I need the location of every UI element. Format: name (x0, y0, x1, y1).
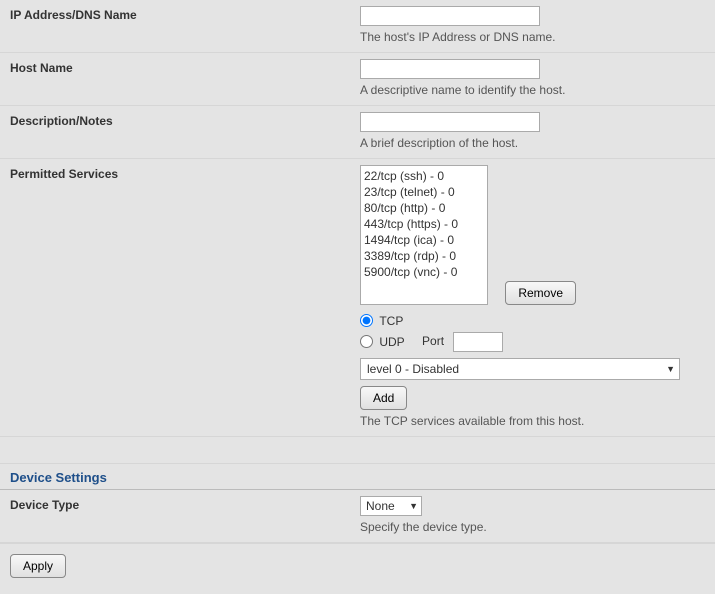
list-item[interactable]: 443/tcp (https) - 0 (363, 216, 485, 232)
chevron-down-icon: ▼ (666, 364, 675, 374)
level-select-value: level 0 - Disabled (367, 362, 459, 376)
list-item[interactable]: 3389/tcp (rdp) - 0 (363, 248, 485, 264)
add-button[interactable]: Add (360, 386, 407, 410)
device-type-select[interactable]: None ▼ (360, 496, 422, 516)
hostname-input[interactable] (360, 59, 540, 79)
device-type-helper: Specify the device type. (360, 520, 705, 534)
services-listbox[interactable]: 22/tcp (ssh) - 0 23/tcp (telnet) - 0 80/… (360, 165, 488, 305)
chevron-down-icon: ▼ (409, 501, 418, 511)
list-item[interactable]: 80/tcp (http) - 0 (363, 200, 485, 216)
udp-radio-label: UDP (379, 335, 404, 349)
tcp-radio-label: TCP (379, 314, 403, 328)
ip-helper: The host's IP Address or DNS name. (360, 30, 705, 44)
device-type-label: Device Type (10, 496, 360, 534)
ip-label: IP Address/DNS Name (10, 6, 360, 44)
remove-button[interactable]: Remove (505, 281, 576, 305)
description-helper: A brief description of the host. (360, 136, 705, 150)
hostname-helper: A descriptive name to identify the host. (360, 83, 705, 97)
device-type-value: None (366, 499, 395, 513)
udp-radio[interactable] (360, 335, 373, 348)
ip-input[interactable] (360, 6, 540, 26)
spacer (0, 436, 715, 464)
apply-button[interactable]: Apply (10, 554, 66, 578)
hostname-label: Host Name (10, 59, 360, 97)
list-item[interactable]: 22/tcp (ssh) - 0 (363, 168, 485, 184)
list-item[interactable]: 5900/tcp (vnc) - 0 (363, 264, 485, 280)
description-input[interactable] (360, 112, 540, 132)
port-input[interactable] (453, 332, 503, 352)
level-select[interactable]: level 0 - Disabled ▼ (360, 358, 680, 380)
services-helper: The TCP services available from this hos… (360, 414, 705, 428)
port-label: Port (422, 334, 444, 348)
list-item[interactable]: 1494/tcp (ica) - 0 (363, 232, 485, 248)
tcp-radio[interactable] (360, 314, 373, 327)
description-label: Description/Notes (10, 112, 360, 150)
services-label: Permitted Services (10, 165, 360, 428)
list-item[interactable]: 23/tcp (telnet) - 0 (363, 184, 485, 200)
device-settings-header: Device Settings (0, 464, 715, 490)
